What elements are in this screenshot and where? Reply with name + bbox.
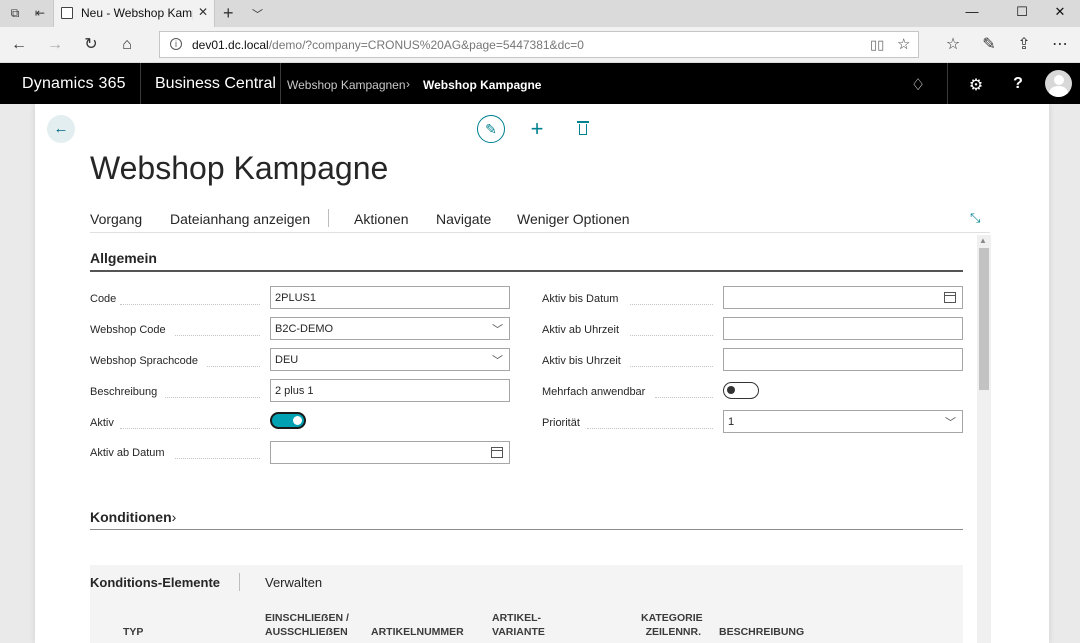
menu-divider <box>328 209 329 227</box>
calendar-icon[interactable] <box>491 447 503 458</box>
brand-name[interactable]: Dynamics 365 <box>22 75 126 93</box>
notes-pen-icon[interactable]: ✎ <box>978 34 1000 56</box>
column-einschliessen[interactable]: EINSCHLIEẞEN / AUSSCHLIEẞEN <box>265 611 349 639</box>
chevron-right-icon: › <box>171 509 177 525</box>
header-divider <box>140 63 141 104</box>
scrollbar-thumb[interactable] <box>979 248 989 390</box>
section-rule <box>90 270 963 272</box>
page-card: ← ✎ + Webshop Kampagne Vorgang Dateianha… <box>35 104 1049 643</box>
minimize-icon[interactable]: — <box>962 4 982 19</box>
refresh-icon[interactable]: ↻ <box>80 34 102 56</box>
app-header: Dynamics 365 Business Central Webshop Ka… <box>0 63 1080 104</box>
page-favicon-icon <box>61 7 73 19</box>
verwalten-menu[interactable]: Verwalten <box>265 575 322 590</box>
subpage-title[interactable]: Konditions-Elemente <box>90 575 220 590</box>
window-close-icon[interactable]: ✕ <box>1050 4 1070 20</box>
lightbulb-icon[interactable]: ♢ <box>908 75 928 95</box>
aktiv-ab-uhrzeit-field[interactable] <box>723 317 963 340</box>
header-divider <box>947 63 948 104</box>
menu-aktionen[interactable]: Aktionen <box>354 211 408 227</box>
mehrfach-toggle[interactable] <box>723 382 759 399</box>
aktiv-bis-datum-label: Aktiv bis Datum <box>542 293 619 305</box>
product-name[interactable]: Business Central <box>155 75 276 93</box>
beschreibung-field[interactable]: 2 plus 1 <box>270 379 510 402</box>
settings-gear-icon[interactable]: ⚙ <box>966 75 986 95</box>
tab-preview-chevron-icon[interactable]: ﹀ <box>252 6 263 22</box>
webshop-code-label: Webshop Code <box>90 324 166 336</box>
webshop-code-select[interactable]: B2C-DEMO ﹀ <box>270 317 510 340</box>
edit-pencil-icon[interactable]: ✎ <box>477 115 505 143</box>
scrollbar[interactable]: ▲ <box>977 235 991 643</box>
calendar-icon[interactable] <box>944 292 956 303</box>
header-divider <box>280 63 281 104</box>
prioritaet-select[interactable]: 1 ﹀ <box>723 410 963 433</box>
new-tab-icon[interactable]: + <box>223 3 234 24</box>
favorite-star-icon[interactable]: ☆ <box>897 35 910 53</box>
page-title: Webshop Kampagne <box>90 150 389 186</box>
favorites-icon[interactable]: ☆ <box>942 34 964 56</box>
section-konditionen-title[interactable]: Konditionen› <box>90 509 176 525</box>
code-field[interactable]: 2PLUS1 <box>270 286 510 309</box>
chevron-down-icon: ﹀ <box>492 324 503 336</box>
column-kategorie-zeilennr[interactable]: KATEGORIE ZEILENNR. <box>641 611 703 639</box>
subpage-divider <box>239 573 240 591</box>
back-icon[interactable]: ← <box>8 34 30 56</box>
menu-navigate[interactable]: Navigate <box>436 211 491 227</box>
page-back-icon[interactable]: ← <box>47 115 75 143</box>
browser-titlebar: ⧉ ⇤ Neu - Webshop Kampagne ✕ + ﹀ — ☐ ✕ <box>0 0 1080 27</box>
prioritaet-label: Priorität <box>542 417 580 429</box>
mehrfach-label: Mehrfach anwendbar <box>542 386 646 398</box>
tab-actions-icon[interactable]: ⧉ <box>6 5 24 21</box>
aktiv-label: Aktiv <box>90 417 114 429</box>
sprachcode-select[interactable]: DEU ﹀ <box>270 348 510 371</box>
browser-tab[interactable]: Neu - Webshop Kampagne ✕ <box>53 0 215 27</box>
user-avatar[interactable] <box>1045 70 1072 97</box>
menu-dateianhang[interactable]: Dateianhang anzeigen <box>170 211 310 227</box>
more-icon[interactable]: ⋯ <box>1049 34 1071 56</box>
breadcrumb-chevron-icon: › <box>406 77 410 91</box>
column-artikelnummer[interactable]: ARTIKELNUMMER <box>371 625 464 639</box>
forward-icon[interactable]: → <box>44 34 66 56</box>
new-plus-icon[interactable]: + <box>527 115 547 143</box>
subpage-header: Konditions-Elemente Verwalten <box>90 565 963 599</box>
address-bar[interactable]: i dev01.dc.local/demo/?company=CRONUS%20… <box>159 31 919 58</box>
column-artikelvariante[interactable]: ARTIKEL- VARIANTE <box>492 611 545 639</box>
tab-close-icon[interactable]: ✕ <box>198 5 208 19</box>
section-allgemein-title[interactable]: Allgemein <box>90 250 157 266</box>
set-tabs-aside-icon[interactable]: ⇤ <box>31 5 49 21</box>
action-menubar: Vorgang Dateianhang anzeigen Aktionen Na… <box>90 207 990 233</box>
grid-header: TYP EINSCHLIEẞEN / AUSSCHLIEẞEN ARTIKELNU… <box>90 599 963 643</box>
aktiv-bis-uhrzeit-label: Aktiv bis Uhrzeit <box>542 355 621 367</box>
menu-vorgang[interactable]: Vorgang <box>90 211 142 227</box>
column-typ[interactable]: TYP <box>123 625 143 639</box>
section-rule <box>90 529 963 530</box>
home-icon[interactable]: ⌂ <box>116 34 138 56</box>
tab-title: Neu - Webshop Kampagne <box>81 6 193 20</box>
address-url[interactable]: dev01.dc.local/demo/?company=CRONUS%20AG… <box>192 38 584 52</box>
aktiv-ab-datum-label: Aktiv ab Datum <box>90 447 165 459</box>
site-info-icon[interactable]: i <box>170 38 182 50</box>
scroll-up-icon[interactable]: ▲ <box>979 236 987 245</box>
breadcrumb-current: Webshop Kampagne <box>423 78 542 92</box>
chevron-down-icon: ﹀ <box>492 355 503 367</box>
maximize-icon[interactable]: ☐ <box>1012 4 1032 20</box>
reading-view-icon[interactable]: ▯▯ <box>870 37 884 53</box>
beschreibung-label: Beschreibung <box>90 386 158 398</box>
help-icon[interactable]: ? <box>1008 75 1028 93</box>
column-beschreibung[interactable]: BESCHREIBUNG <box>719 625 804 639</box>
aktiv-bis-datum-field[interactable] <box>723 286 963 309</box>
chevron-down-icon: ﹀ <box>945 417 956 429</box>
browser-navbar: ← → ↻ ⌂ i dev01.dc.local/demo/?company=C… <box>0 27 1080 63</box>
delete-trash-icon[interactable] <box>573 117 593 141</box>
breadcrumb-parent[interactable]: Webshop Kampagnen <box>287 78 406 92</box>
share-icon[interactable]: ⇪ <box>1013 34 1035 56</box>
collapse-arrows-icon[interactable]: ⤡ <box>970 210 980 226</box>
aktiv-bis-uhrzeit-field[interactable] <box>723 348 963 371</box>
menu-weniger-optionen[interactable]: Weniger Optionen <box>517 211 630 227</box>
sprachcode-label: Webshop Sprachcode <box>90 355 199 367</box>
aktiv-ab-uhrzeit-label: Aktiv ab Uhrzeit <box>542 324 620 336</box>
code-label: Code <box>90 293 117 305</box>
aktiv-toggle[interactable] <box>270 412 306 429</box>
aktiv-ab-datum-field[interactable] <box>270 441 510 464</box>
